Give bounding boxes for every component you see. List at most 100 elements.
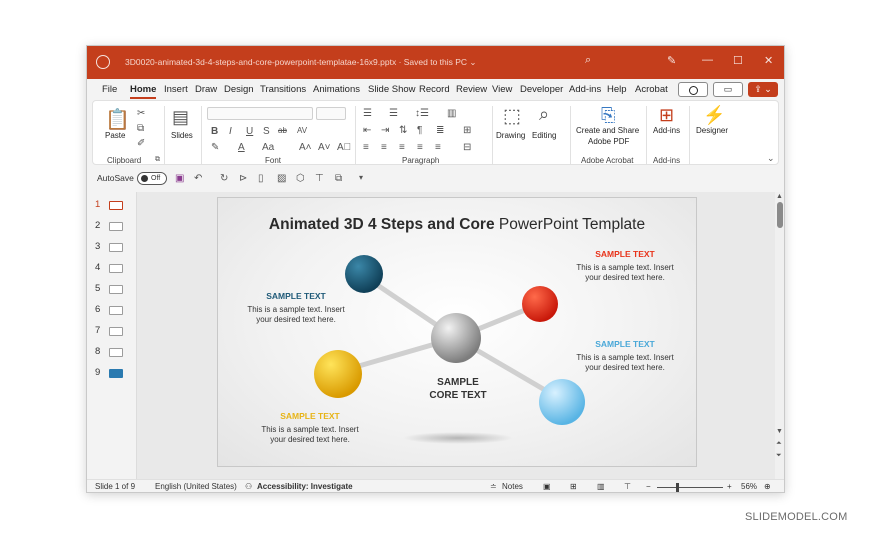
- tab-help[interactable]: Help: [607, 84, 627, 95]
- minimize-icon[interactable]: —: [702, 54, 713, 66]
- slide-layout-icon[interactable]: ⧉: [335, 173, 342, 184]
- tab-draw[interactable]: Draw: [195, 84, 217, 95]
- zoom-level[interactable]: 56%: [741, 482, 757, 491]
- slide-canvas[interactable]: Animated 3D 4 Steps and Core PowerPoint …: [217, 197, 697, 467]
- zoom-out-button[interactable]: −: [646, 482, 651, 491]
- align-right-icon[interactable]: ≡: [399, 142, 405, 153]
- increase-font-icon[interactable]: A˄: [299, 142, 312, 153]
- create-pdf-icon[interactable]: ⎘: [601, 105, 615, 126]
- align-text-icon[interactable]: ≣: [436, 125, 444, 136]
- core-text[interactable]: SAMPLE CORE TEXT: [418, 376, 498, 402]
- drawing-shapes-icon[interactable]: ⬚: [503, 105, 521, 128]
- line-spacing-icon[interactable]: ↕☰: [415, 108, 429, 119]
- accessibility-icon[interactable]: ⚇: [245, 482, 252, 491]
- tab-developer[interactable]: Developer: [520, 84, 563, 95]
- slide-thumbnail[interactable]: 7: [87, 322, 137, 340]
- slide-thumbnail[interactable]: 5: [87, 280, 137, 298]
- comments-button[interactable]: ▭: [713, 82, 743, 97]
- paste-icon[interactable]: 📋: [105, 107, 130, 132]
- clear-formatting-icon[interactable]: A⃠: [337, 142, 351, 153]
- fit-to-window-icon[interactable]: ⊕: [764, 482, 771, 491]
- normal-view-icon[interactable]: ▣: [543, 482, 551, 491]
- tab-insert[interactable]: Insert: [164, 84, 188, 95]
- core-sphere[interactable]: [431, 313, 481, 363]
- justify-icon[interactable]: ≡: [417, 142, 423, 153]
- cut-icon[interactable]: ✂: [137, 108, 145, 119]
- font-name-combo[interactable]: [207, 107, 313, 120]
- accessibility-status[interactable]: Accessibility: Investigate: [257, 482, 353, 491]
- redo-icon[interactable]: ↻: [220, 173, 228, 184]
- reading-view-icon[interactable]: ▥: [597, 482, 605, 491]
- slide-thumbnail[interactable]: 1: [87, 196, 137, 214]
- align-left-icon[interactable]: ≡: [363, 142, 369, 153]
- increase-indent-icon[interactable]: ⇥: [381, 125, 389, 136]
- slide-thumbnail[interactable]: 3: [87, 238, 137, 256]
- columns-icon[interactable]: ▥: [447, 108, 456, 119]
- slide-thumbnail[interactable]: 6: [87, 301, 137, 319]
- sample-body-yellow[interactable]: This is a sample text. Insert your desir…: [245, 425, 375, 445]
- red-sphere[interactable]: [522, 286, 558, 322]
- slide-thumbnail[interactable]: 9: [87, 364, 137, 382]
- teal-sphere[interactable]: [345, 255, 383, 293]
- yellow-sphere[interactable]: [314, 350, 362, 398]
- shadow-button[interactable]: S: [263, 126, 270, 137]
- underline-button[interactable]: U: [246, 126, 253, 137]
- undo-icon[interactable]: ↶: [194, 173, 202, 184]
- vertical-scrollbar[interactable]: ▲ ▼ ⏶ ⏷: [775, 192, 784, 479]
- smartart-icon[interactable]: ⊞: [463, 125, 471, 136]
- drawing-label[interactable]: Drawing: [496, 131, 525, 140]
- align-center-icon[interactable]: ≡: [381, 142, 387, 153]
- tab-add-ins[interactable]: Add-ins: [569, 84, 601, 95]
- paragraph-mark-icon[interactable]: ¶: [417, 125, 422, 136]
- tab-record[interactable]: Record: [419, 84, 450, 95]
- save-icon[interactable]: ▣: [175, 173, 184, 184]
- previous-slide-icon[interactable]: ⏶: [776, 440, 782, 448]
- open-icon[interactable]: ⊳: [239, 173, 247, 184]
- sample-body-teal[interactable]: This is a sample text. Insert your desir…: [231, 305, 361, 325]
- font-color-icon[interactable]: A: [238, 142, 245, 153]
- tab-slide-show[interactable]: Slide Show: [368, 84, 416, 95]
- tab-acrobat[interactable]: Acrobat: [635, 84, 668, 95]
- slide-sorter-icon[interactable]: ⊞: [570, 482, 577, 491]
- maximize-icon[interactable]: ☐: [733, 54, 743, 67]
- paste-label[interactable]: Paste: [105, 131, 125, 140]
- bold-button[interactable]: B: [211, 126, 218, 137]
- distributed-icon[interactable]: ≡: [435, 142, 441, 153]
- slide-thumbnail[interactable]: 2: [87, 217, 137, 235]
- create-share-label-1[interactable]: Create and Share: [576, 126, 639, 135]
- close-icon[interactable]: ✕: [764, 54, 773, 67]
- sample-body-blue[interactable]: This is a sample text. Insert your desir…: [560, 353, 690, 373]
- next-slide-icon[interactable]: ⏷: [776, 452, 782, 460]
- scroll-up-icon[interactable]: ▲: [776, 193, 783, 200]
- search-icon[interactable]: ⌕: [585, 54, 591, 67]
- editing-label[interactable]: Editing: [532, 131, 556, 140]
- numbering-icon[interactable]: ☰: [389, 108, 398, 119]
- zoom-in-button[interactable]: +: [727, 482, 732, 491]
- pen-icon[interactable]: ✎: [667, 54, 676, 67]
- share-button[interactable]: ⇪ ⌄: [748, 82, 778, 97]
- character-spacing-button[interactable]: AV: [297, 126, 307, 135]
- scrollbar-thumb[interactable]: [777, 202, 783, 228]
- record-button[interactable]: [678, 82, 708, 97]
- notes-icon[interactable]: ≐: [490, 482, 497, 491]
- decrease-font-icon[interactable]: A˅: [318, 142, 331, 153]
- document-title[interactable]: 3D0020-animated-3d-4-steps-and-core-powe…: [125, 57, 477, 68]
- text-direction-icon[interactable]: ⇅: [399, 125, 407, 136]
- convert-smartart-icon[interactable]: ⊟: [463, 142, 471, 153]
- tab-view[interactable]: View: [492, 84, 512, 95]
- editing-search-icon[interactable]: ⌕: [539, 104, 549, 125]
- copy-icon[interactable]: ⧉: [137, 123, 144, 134]
- picture-icon[interactable]: ▨: [277, 173, 286, 184]
- slide-thumbnail[interactable]: 4: [87, 259, 137, 277]
- zoom-slider[interactable]: [657, 487, 723, 488]
- tab-design[interactable]: Design: [224, 84, 254, 95]
- format-painter-icon[interactable]: ✐: [137, 138, 145, 149]
- present-icon[interactable]: ⊤: [315, 173, 324, 184]
- decrease-indent-icon[interactable]: ⇤: [363, 125, 371, 136]
- designer-label[interactable]: Designer: [696, 126, 728, 135]
- collapse-ribbon-icon[interactable]: ⌄: [767, 153, 775, 164]
- scroll-down-icon[interactable]: ▼: [776, 428, 783, 435]
- italic-button[interactable]: I: [229, 126, 232, 137]
- new-file-icon[interactable]: ▯: [258, 173, 264, 184]
- sample-heading-blue[interactable]: SAMPLE TEXT: [575, 339, 675, 349]
